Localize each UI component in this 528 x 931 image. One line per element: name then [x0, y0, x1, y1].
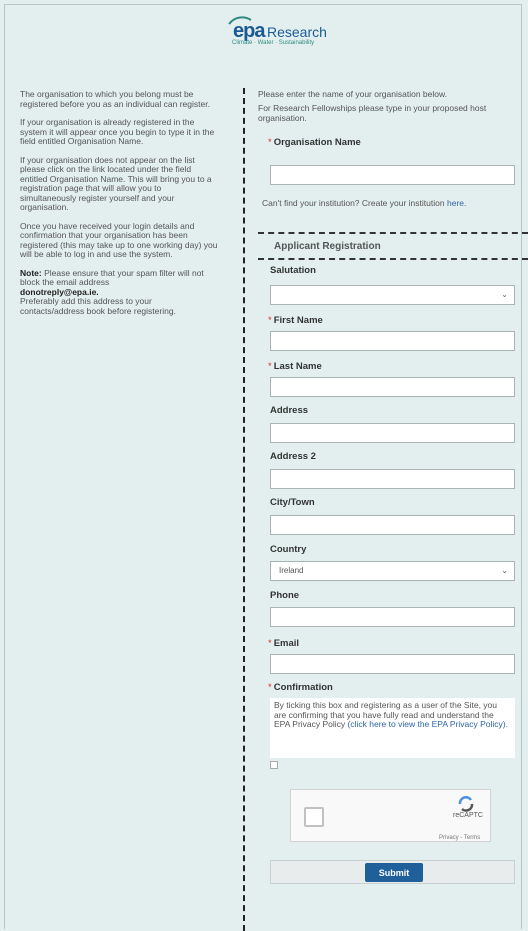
privacy-policy-link[interactable]: (click here to view the EPA Privacy Poli…: [348, 719, 508, 729]
note-text-2: Preferably add this address to your cont…: [20, 296, 176, 316]
cant-find-text: Can't find your institution? Create your…: [262, 198, 467, 208]
required-marker: *: [268, 137, 272, 148]
last-name-input[interactable]: [270, 377, 515, 397]
chevron-down-icon: ⌄: [501, 566, 508, 575]
recaptcha-terms[interactable]: Privacy - Terms: [439, 835, 480, 841]
applicant-registration-header: Applicant Registration: [258, 232, 528, 260]
email-input[interactable]: [270, 654, 515, 674]
address-label: Address: [270, 405, 309, 416]
chevron-down-icon: ⌄: [501, 290, 508, 299]
recaptcha-brand: reCAPTC: [453, 812, 483, 819]
address2-label: Address 2: [270, 451, 316, 462]
salutation-select[interactable]: ⌄: [270, 285, 515, 305]
create-institution-link[interactable]: here.: [447, 198, 466, 208]
org-intro: Please enter the name of your organisati…: [258, 89, 448, 99]
city-input[interactable]: [270, 515, 515, 535]
note-text: Please ensure that your spam filter will…: [20, 267, 204, 287]
info-paragraph: If your organisation does not appear on …: [20, 154, 212, 212]
info-paragraph: The organisation to which you belong mus…: [20, 89, 210, 109]
required-marker: *: [268, 638, 272, 649]
submit-button[interactable]: Submit: [365, 863, 423, 882]
salutation-label: Salutation: [270, 265, 316, 276]
org-intro-2: For Research Fellowships please type in …: [258, 103, 487, 123]
privacy-consent-text: By ticking this box and registering as a…: [270, 698, 515, 758]
info-panel: The organisation to which you belong mus…: [20, 89, 218, 325]
logo-research: Research: [267, 24, 327, 40]
confirmation-label: * Confirmation: [268, 682, 333, 693]
info-paragraph: Once you have received your login detail…: [20, 220, 218, 259]
recaptcha-checkbox[interactable]: [304, 807, 324, 827]
org-name-input[interactable]: [270, 165, 515, 185]
phone-label: Phone: [270, 590, 300, 601]
last-name-label: * Last Name: [268, 361, 322, 372]
info-paragraph: If your organisation is already register…: [20, 117, 215, 146]
logo-epa: epa: [233, 20, 265, 42]
first-name-label: * First Name: [268, 315, 323, 326]
country-label: Country: [270, 544, 307, 555]
epa-research-logo: epa Research: [223, 16, 343, 42]
city-label: City/Town: [270, 497, 315, 508]
note-paragraph: Note: Please ensure that your spam filte…: [20, 267, 218, 317]
note-label: Note:: [20, 267, 42, 278]
recaptcha-icon: [458, 796, 474, 812]
required-marker: *: [268, 315, 272, 326]
submit-bar: Submit: [270, 860, 515, 884]
address2-input[interactable]: [270, 469, 515, 489]
section-title: Applicant Registration: [274, 241, 381, 252]
recaptcha-widget: reCAPTC Privacy - Terms: [290, 789, 491, 842]
column-divider: [243, 88, 245, 931]
country-value: Ireland: [279, 566, 304, 575]
required-marker: *: [268, 361, 272, 372]
org-name-label: * Organisation Name: [268, 137, 361, 148]
logo-tagline: Climate · Water · Sustainability: [232, 40, 315, 46]
phone-input[interactable]: [270, 607, 515, 627]
note-email: donotreply@epa.ie.: [20, 286, 99, 297]
first-name-input[interactable]: [270, 331, 515, 351]
required-marker: *: [268, 682, 272, 693]
confirmation-checkbox[interactable]: [270, 761, 278, 769]
country-select[interactable]: Ireland ⌄: [270, 561, 515, 581]
email-label: * Email: [268, 638, 300, 649]
address-input[interactable]: [270, 423, 515, 443]
